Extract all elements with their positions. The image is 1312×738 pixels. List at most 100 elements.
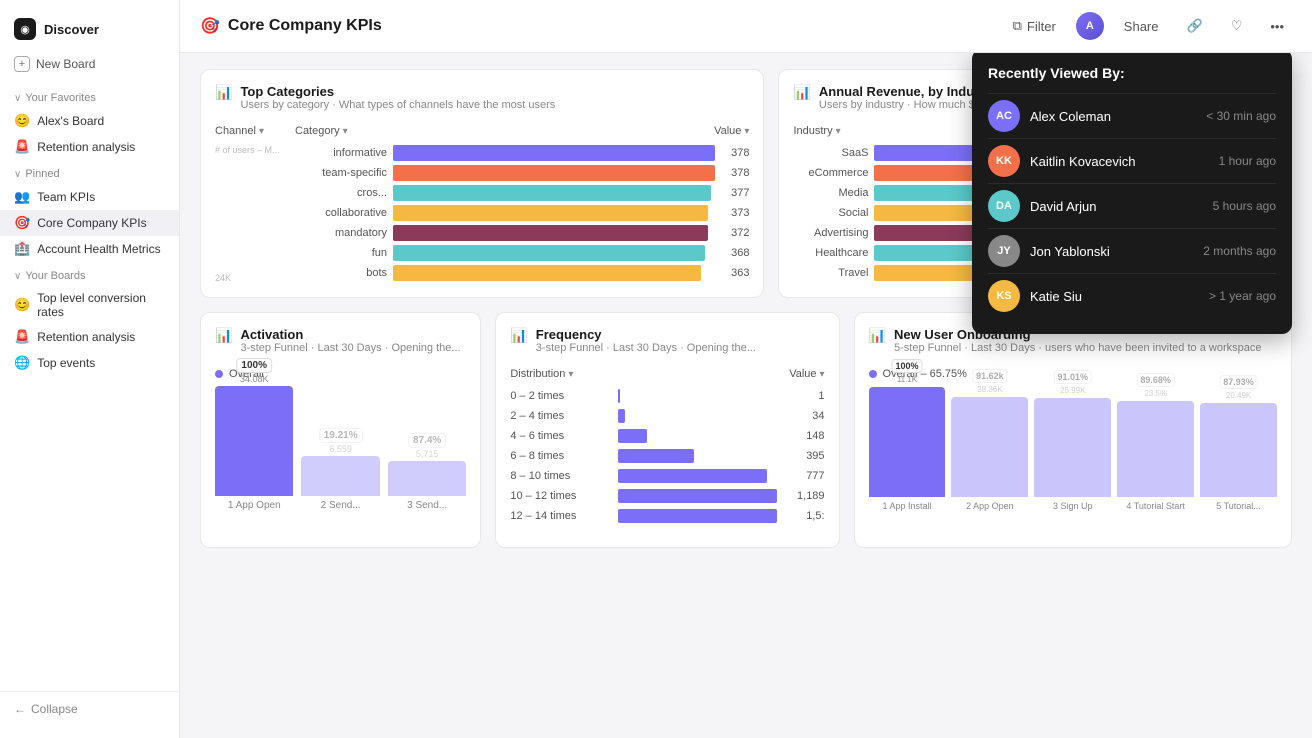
new-user-onboarding-card: 📊 New User Onboarding 5-step Funnel · La… [854,312,1292,548]
activation-bar-group: 19.21%6,5592 Send... [301,456,379,511]
chart-icon: 📊 [215,84,232,101]
rv-name: David Arjun [1030,199,1203,214]
collapse-button[interactable]: ← Collapse [14,702,165,716]
category-col-header: Category ▾ [295,125,699,137]
frequency-row: 8 – 10 times 777 [510,466,824,486]
sidebar-item-alexs-board[interactable]: 😊 Alex's Board [0,108,179,134]
recently-viewed-item[interactable]: JY Jon Yablonski 2 months ago [988,228,1276,273]
emoji-icon: 🚨 [14,329,30,345]
chart-row: bots363 [299,263,749,283]
sidebar-item-retention-analysis-fav[interactable]: 🚨 Retention analysis [0,134,179,160]
chart-column-headers: Channel ▾ Category ▾ Value ▾ [215,125,749,137]
favorites-header: ∨ Your Favorites [0,84,179,108]
main-content: 🎯 Core Company KPIs ⧉ Filter A Share 🔗 ♡… [180,0,1312,738]
onboarding-bar-group: 91.01%25.99K3 Sign Up [1034,398,1111,511]
dist-col-header[interactable]: Distribution ▾ [510,368,573,380]
rv-avatar: KS [988,280,1020,312]
frequency-row: 4 – 6 times 148 [510,426,824,446]
topbar-actions: ⧉ Filter A Share 🔗 ♡ ••• [1005,12,1292,40]
activation-card: 📊 Activation 3-step Funnel · Last 30 Day… [200,312,481,548]
bottom-cards-row: 📊 Activation 3-step Funnel · Last 30 Day… [200,312,1292,548]
sidebar-item-top-level[interactable]: 😊 Top level conversion rates [0,286,179,324]
sidebar-logo: ◉ Discover [0,12,179,50]
rv-time: 1 hour ago [1219,154,1276,168]
chart-row: informative378 [299,143,749,163]
filter-button[interactable]: ⧉ Filter [1005,13,1064,39]
onboarding-bar-group: 89.68%23.5%4 Tutorial Start [1117,401,1194,511]
rv-name: Katie Siu [1030,289,1199,304]
freq-value-col-header: Value ▾ [789,368,824,380]
rv-avatar: JY [988,235,1020,267]
rv-name: Alex Coleman [1030,109,1196,124]
top-categories-card: 📊 Top Categories Users by category · Wha… [200,69,764,298]
emoji-icon: 😊 [14,297,30,313]
sidebar-logo-text: Discover [44,22,99,37]
chart-row: collaborative373 [299,203,749,223]
sidebar: ◉ Discover + New Board ∨ Your Favorites … [0,0,180,738]
frequency-row: 10 – 12 times 1,189 [510,486,824,506]
recently-viewed-item[interactable]: KK Kaitlin Kovacevich 1 hour ago [988,138,1276,183]
content-area: 📊 Top Categories Users by category · Wha… [180,53,1312,738]
plus-icon: + [14,56,30,72]
sidebar-item-retention-boards[interactable]: 🚨 Retention analysis [0,324,179,350]
recently-viewed-item[interactable]: AC Alex Coleman < 30 min ago [988,93,1276,138]
recently-viewed-popup: Recently Viewed By: AC Alex Coleman < 30… [972,53,1292,334]
rv-avatar: KK [988,145,1020,177]
user-avatar[interactable]: A [1076,12,1104,40]
onboarding-bar-group: 91.62k28.36K2 App Open [951,397,1028,511]
onboarding-subtitle: 5-step Funnel · Last 30 Days · users who… [894,342,1261,354]
chart-row: mandatory372 [299,223,749,243]
sidebar-item-top-events[interactable]: 🌐 Top events [0,350,179,376]
activation-bar-group: 100%34.08K1 App Open [215,386,293,511]
activation-subtitle: 3-step Funnel · Last 30 Days · Opening t… [240,342,460,354]
frequency-row: 2 – 4 times 34 [510,406,824,426]
frequency-row: 12 – 14 times 1,5: [510,506,824,526]
rv-name: Jon Yablonski [1030,244,1193,259]
emoji-icon: 🚨 [14,139,30,155]
activation-title: Activation [240,327,460,342]
more-button[interactable]: ••• [1262,14,1292,39]
chart-row: fun368 [299,243,749,263]
title-emoji: 🎯 [200,16,220,36]
frequency-subtitle: 3-step Funnel · Last 30 Days · Opening t… [536,342,756,354]
funnel-icon: 📊 [869,327,886,344]
sidebar-item-core-company-kpis[interactable]: 🎯 Core Company KPIs [0,210,179,236]
rv-name: Kaitlin Kovacevich [1030,154,1209,169]
frequency-title: Frequency [536,327,756,342]
value-col-header: Value ▾ [699,125,749,137]
link-button[interactable]: 🔗 [1179,13,1211,39]
discover-icon: ◉ [14,18,36,40]
frequency-card: 📊 Frequency 3-step Funnel · Last 30 Days… [495,312,839,548]
rv-avatar: DA [988,190,1020,222]
activation-bar-group: 87.4%5,7153 Send... [388,461,466,511]
emoji-icon: 🏥 [14,241,30,257]
recently-viewed-item[interactable]: DA David Arjun 5 hours ago [988,183,1276,228]
sidebar-item-account-health[interactable]: 🏥 Account Health Metrics [0,236,179,262]
onboarding-bar-chart: 100%11.1K1 App Install91.62k28.36K2 App … [869,388,1277,533]
top-categories-title: Top Categories [240,84,555,99]
pinned-header: ∨ Pinned [0,160,179,184]
funnel-icon: 📊 [510,327,527,344]
recently-viewed-item[interactable]: KS Katie Siu > 1 year ago [988,273,1276,318]
funnel-icon: 📊 [215,327,232,344]
chart-icon: 📊 [793,84,810,101]
favorite-button[interactable]: ♡ [1223,13,1251,39]
rv-avatar: AC [988,100,1020,132]
share-button[interactable]: Share [1116,14,1167,39]
industry-col-header: Industry ▾ [793,125,873,137]
activation-bar-chart: 100%34.08K1 App Open19.21%6,5592 Send...… [215,388,466,533]
y-axis-labels: # of users – M... 24K [215,143,295,283]
new-board-button[interactable]: + New Board [0,50,179,84]
boards-header: ∨ Your Boards [0,262,179,286]
channel-col-header: Channel ▾ [215,125,295,137]
chart-body: # of users – M... 24K informative378team… [215,143,749,283]
topbar: 🎯 Core Company KPIs ⧉ Filter A Share 🔗 ♡… [180,0,1312,53]
frequency-bar-chart: 0 – 2 times 1 2 – 4 times 34 4 – 6 times… [510,386,824,526]
frequency-row: 0 – 2 times 1 [510,386,824,406]
sidebar-item-team-kpis[interactable]: 👥 Team KPIs [0,184,179,210]
filter-icon: ⧉ [1013,18,1022,34]
emoji-icon: 😊 [14,113,30,129]
bar-chart: informative378team-specific378cros...377… [299,143,749,283]
emoji-icon: 👥 [14,189,30,205]
rv-time: 2 months ago [1203,244,1276,258]
